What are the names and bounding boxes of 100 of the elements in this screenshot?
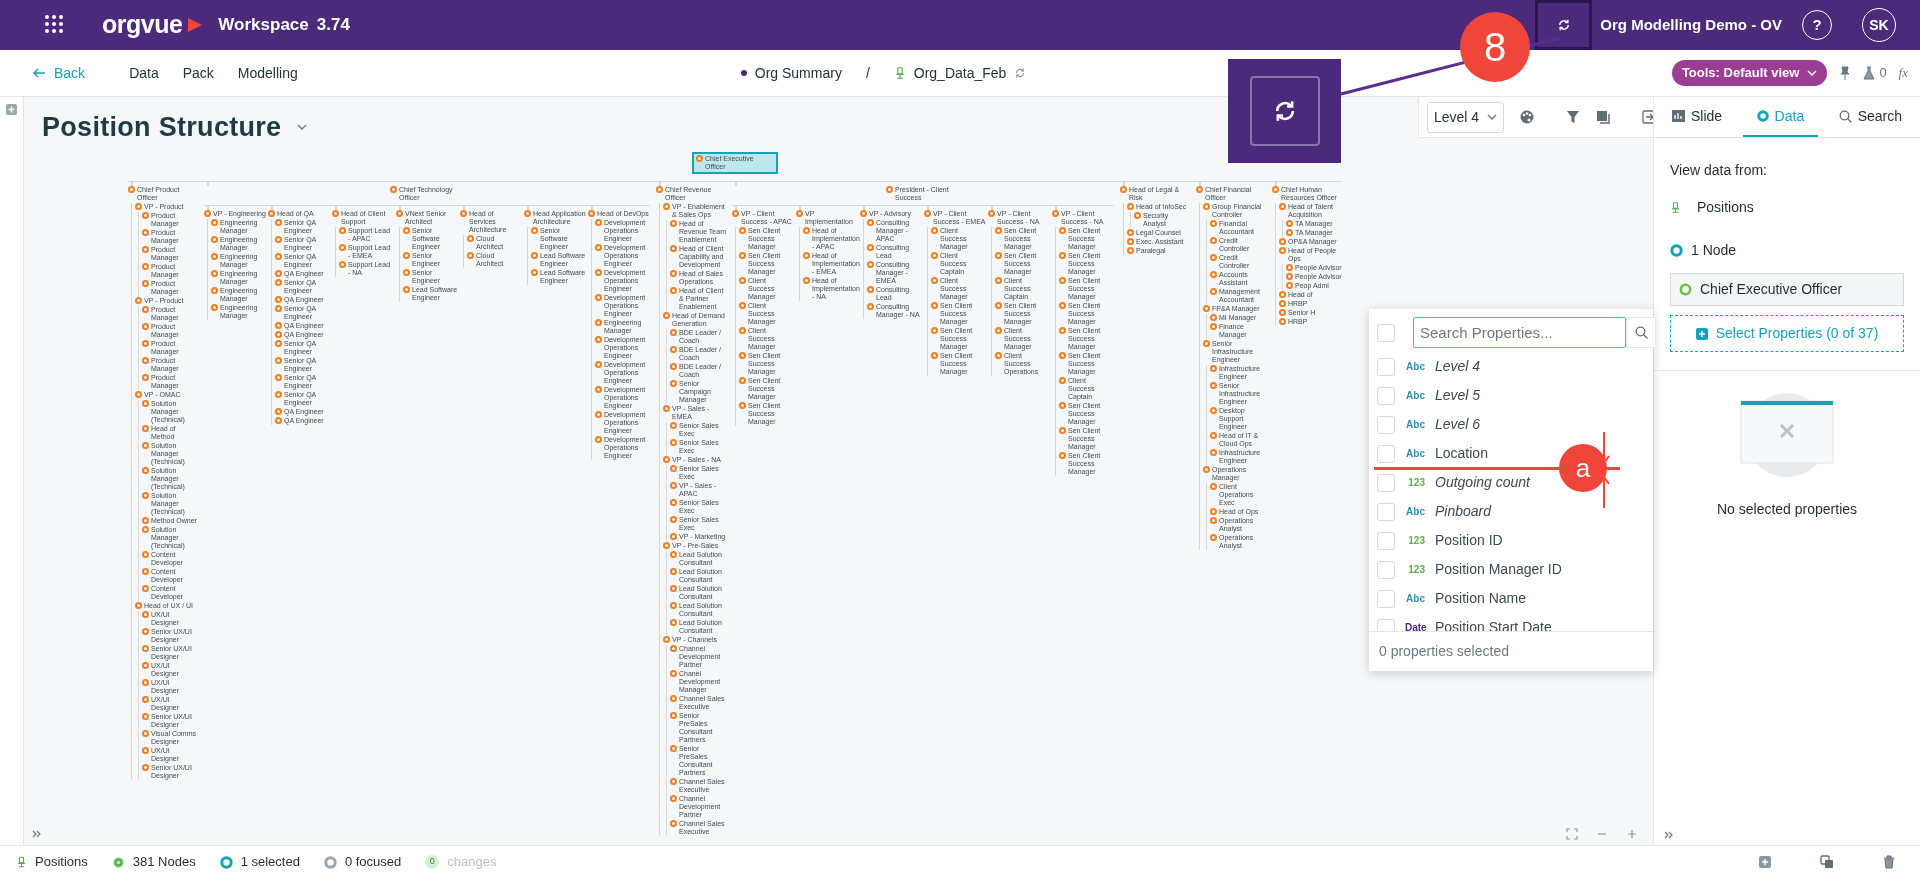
checkbox[interactable]	[1377, 560, 1395, 579]
apps-menu-button[interactable]	[44, 14, 66, 36]
ring-icon	[142, 340, 149, 347]
view-from-label: View data from:	[1670, 161, 1768, 180]
nav-link[interactable]: Pack	[182, 62, 214, 84]
property-option[interactable]: Abc Level 4	[1369, 352, 1487, 381]
nav-link[interactable]: Data	[129, 62, 159, 84]
ring-icon	[275, 236, 282, 243]
checkbox[interactable]	[1377, 415, 1395, 434]
ring-icon	[142, 425, 149, 432]
ring-icon	[275, 253, 282, 260]
ring-icon	[142, 764, 149, 771]
ring-icon	[670, 287, 677, 294]
duplicate-button[interactable]	[1820, 855, 1834, 869]
property-name: Position ID	[1435, 531, 1503, 550]
ring-icon	[670, 270, 677, 277]
zoom-in-button[interactable]	[1625, 827, 1639, 841]
color-button[interactable]	[1520, 110, 1535, 124]
checkbox[interactable]	[1377, 502, 1395, 521]
ring-icon	[142, 280, 149, 287]
filter-button[interactable]	[1566, 110, 1581, 124]
ring-icon	[339, 227, 346, 234]
flask-icon	[1863, 66, 1876, 80]
add-button[interactable]	[6, 103, 17, 115]
layers-button[interactable]	[1596, 110, 1611, 124]
ring-icon	[867, 286, 874, 293]
delete-button[interactable]	[1882, 855, 1896, 869]
level-select[interactable]: Level 4	[1427, 101, 1505, 133]
view-title-dropdown[interactable]: Position Structure	[42, 107, 308, 148]
panel-tab[interactable]: Search	[1824, 97, 1916, 137]
property-option[interactable]: Abc Level 6	[1369, 410, 1487, 439]
ring-icon	[1210, 407, 1217, 414]
type-label: Abc	[1405, 592, 1425, 606]
ring-icon	[803, 252, 810, 259]
type-label: Abc	[1405, 418, 1425, 432]
property-option[interactable]: Abc Pinboard	[1369, 497, 1498, 526]
property-option[interactable]: Abc Level 5	[1369, 381, 1487, 410]
node-count: 1 Node	[1691, 241, 1737, 260]
node-name: Chief Executive Officer	[1700, 280, 1843, 299]
panel-tab[interactable]: Slide	[1658, 97, 1737, 137]
checkbox[interactable]	[1377, 531, 1395, 550]
checkbox[interactable]	[1377, 444, 1395, 463]
checkbox[interactable]	[1377, 473, 1395, 492]
checkbox[interactable]	[1377, 618, 1395, 631]
ring-icon	[595, 361, 602, 368]
dataset-status: Positions	[35, 853, 88, 872]
select-all-checkbox[interactable]	[1377, 323, 1395, 342]
selected-count: 1 selected	[240, 853, 300, 872]
ring-icon	[670, 670, 677, 677]
ring-icon	[739, 227, 746, 234]
breadcrumb-link[interactable]: Org Summary	[754, 62, 842, 84]
ring-icon	[670, 363, 677, 370]
property-option[interactable]: 123 Position ID	[1369, 526, 1509, 555]
refresh-button[interactable]	[1535, 0, 1593, 50]
ring-icon	[995, 227, 1002, 234]
ring-icon	[142, 357, 149, 364]
search-button[interactable]	[1626, 317, 1656, 348]
property-name: Position Name	[1435, 589, 1527, 608]
tools-dropdown[interactable]: Tools: Default view	[1671, 60, 1828, 86]
ring-icon	[531, 269, 538, 276]
property-option[interactable]: Abc Location	[1369, 439, 1494, 468]
ring-icon	[1059, 277, 1066, 284]
ring-icon	[142, 747, 149, 754]
property-option[interactable]: 123 Outgoing count	[1369, 468, 1536, 497]
ring-icon	[142, 628, 149, 635]
ring-icon	[142, 229, 149, 236]
chair-icon	[16, 855, 27, 869]
checkbox[interactable]	[1377, 357, 1395, 376]
property-option[interactable]: Abc Position Name	[1369, 584, 1533, 613]
property-search-field[interactable]: Search Properties...	[1413, 317, 1626, 348]
ring-icon	[524, 210, 531, 217]
add-button[interactable]	[1758, 855, 1772, 869]
ring-icon	[595, 244, 602, 251]
ring-icon	[670, 422, 677, 429]
nav-link[interactable]: Modelling	[237, 62, 298, 84]
breadcrumb-link[interactable]: Org_Data_Feb	[913, 62, 1007, 84]
pin-button[interactable]	[1839, 66, 1852, 80]
ring-icon	[531, 227, 538, 234]
fit-button[interactable]	[1565, 827, 1579, 841]
export-button[interactable]	[1642, 110, 1653, 124]
ring-icon	[663, 203, 670, 210]
ring-icon	[275, 357, 282, 364]
ring-icon	[142, 442, 149, 449]
ring-icon	[403, 269, 410, 276]
ring-icon	[211, 270, 218, 277]
ring-icon	[1203, 466, 1210, 473]
ring-icon	[1679, 283, 1692, 296]
ring-icon	[696, 155, 703, 162]
property-option[interactable]: 123 Position Manager ID	[1369, 555, 1568, 584]
ring-icon	[931, 277, 938, 284]
ring-icon	[670, 482, 677, 489]
ring-icon	[670, 499, 677, 506]
collapse-button[interactable]	[1664, 831, 1674, 839]
formula-button[interactable]: fx	[1898, 63, 1908, 83]
checkbox[interactable]	[1377, 589, 1395, 608]
flask-button[interactable]: 0	[1863, 63, 1887, 83]
ring-icon	[1210, 483, 1217, 490]
checkbox[interactable]	[1377, 386, 1395, 405]
expand-button[interactable]	[32, 830, 42, 838]
ring-icon	[670, 220, 677, 227]
